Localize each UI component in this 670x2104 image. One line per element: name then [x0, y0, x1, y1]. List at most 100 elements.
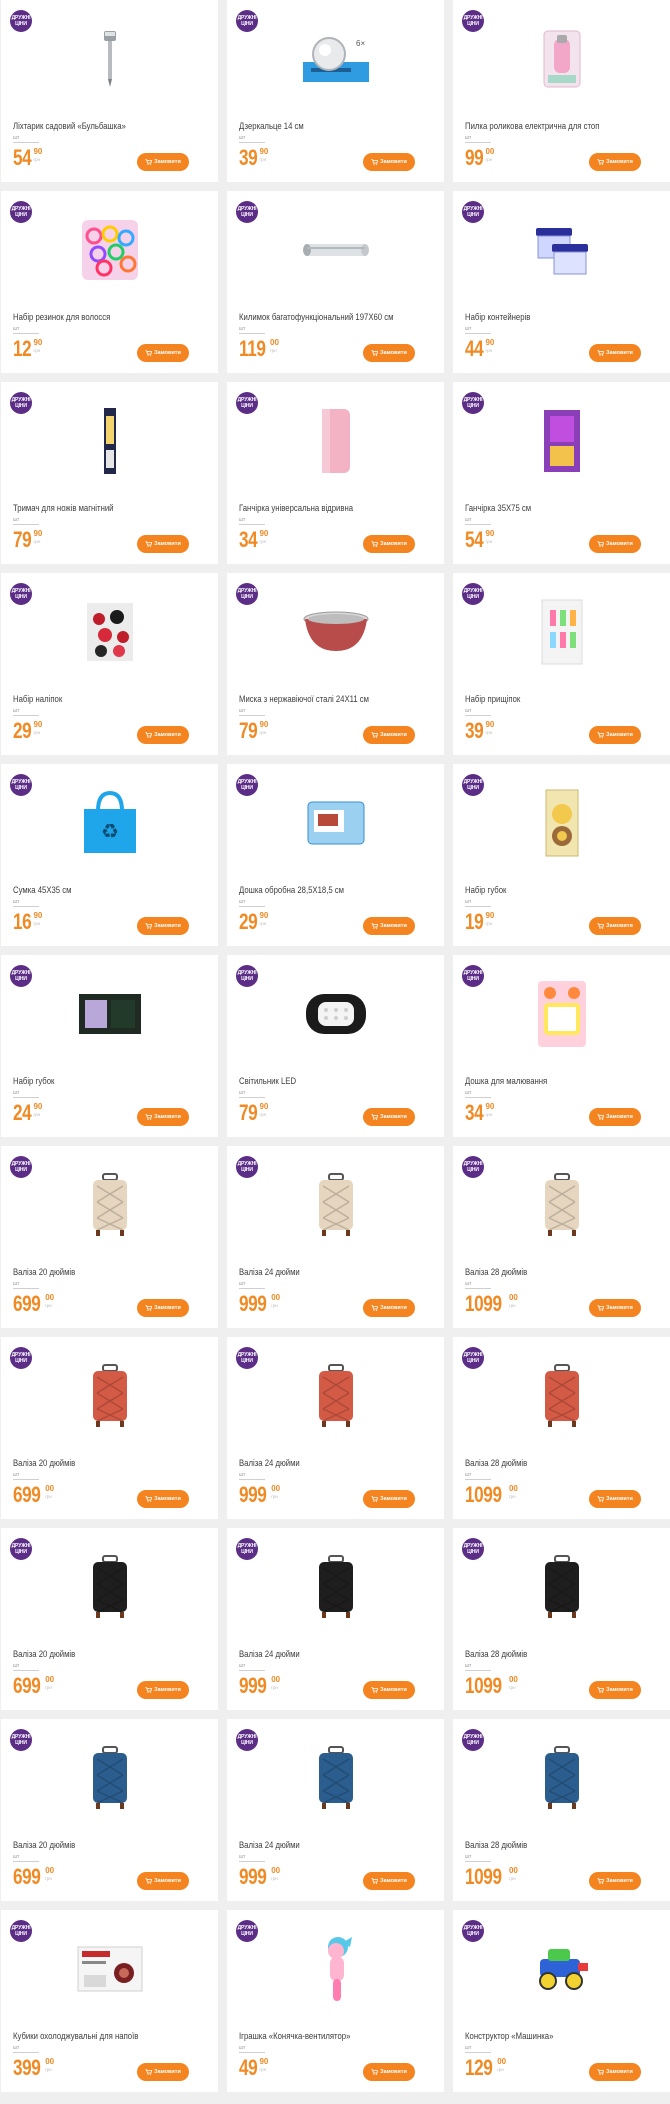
order-button[interactable]: Замовити: [363, 1681, 415, 1699]
product-card[interactable]: ДРУЖНІ ЦІНИ Валіза 24 дюйми шт 999 00 грн Замов…: [227, 1337, 444, 1519]
order-button[interactable]: Замовити: [589, 1490, 641, 1508]
order-button[interactable]: Замовити: [137, 1872, 189, 1890]
product-card[interactable]: ДРУЖНІ ЦІНИ ♻ Сумка 45Х35 см шт 16 90 грн Замови…: [1, 764, 218, 946]
suitcase-red-icon[interactable]: [453, 1353, 670, 1439]
product-title[interactable]: Набір контейнерів: [465, 312, 633, 322]
product-title[interactable]: Кубики охолоджувальні для напоїв: [13, 2031, 181, 2041]
order-button[interactable]: Замовити: [363, 344, 415, 362]
product-title[interactable]: Валіза 20 дюймів: [13, 1458, 181, 1468]
stickers-icon[interactable]: [1, 589, 218, 675]
product-card[interactable]: ДРУЖНІ ЦІНИ Світильник LED шт 79 90 грн Замовит…: [227, 955, 444, 1137]
order-button[interactable]: Замовити: [137, 344, 189, 362]
bowl-icon[interactable]: [227, 589, 444, 675]
order-button[interactable]: Замовити: [363, 2063, 415, 2081]
mirror-icon[interactable]: 6×: [227, 16, 444, 102]
suitcase-black-icon[interactable]: [227, 1544, 444, 1630]
suitcase-beige-icon[interactable]: [227, 1162, 444, 1248]
order-button[interactable]: Замовити: [589, 1681, 641, 1699]
product-title[interactable]: Конструктор «Машинка»: [465, 2031, 633, 2041]
order-button[interactable]: Замовити: [363, 153, 415, 171]
product-card[interactable]: ДРУЖНІ ЦІНИ Валіза 24 дюйми шт 999 00 грн Замов…: [227, 1719, 444, 1901]
product-card[interactable]: ДРУЖНІ ЦІНИ Валіза 20 дюймів шт 699 00 грн Замо…: [1, 1146, 218, 1328]
product-card[interactable]: ДРУЖНІ ЦІНИ Килимок багатофункціональний 1…: [227, 191, 444, 373]
product-title[interactable]: Пилка роликова електрична для стоп: [465, 121, 633, 131]
product-card[interactable]: ДРУЖНІ ЦІНИ Ганчірка 35Х75 см шт 54 90 грн Замо…: [453, 382, 670, 564]
order-button[interactable]: Замовити: [363, 1299, 415, 1317]
product-title[interactable]: Світильник LED: [239, 1076, 407, 1086]
product-card[interactable]: ДРУЖНІ ЦІНИ Валіза 28 дюймів шт 1099 00 грн Зам…: [453, 1337, 670, 1519]
order-button[interactable]: Замовити: [363, 1108, 415, 1126]
sponges-icon[interactable]: [453, 780, 670, 866]
sponge-pack-icon[interactable]: [1, 971, 218, 1057]
suitcase-beige-icon[interactable]: [1, 1162, 218, 1248]
product-card[interactable]: ДРУЖНІ ЦІНИ Ліхтарик садовий «Бульбашка» шт…: [1, 0, 218, 182]
product-title[interactable]: Набір губок: [465, 885, 633, 895]
cutting-board-icon[interactable]: [227, 780, 444, 866]
order-button[interactable]: Замовити: [137, 1490, 189, 1508]
product-title[interactable]: Набір резинок для волосся: [13, 312, 181, 322]
suitcase-blue-icon[interactable]: [1, 1735, 218, 1821]
suitcase-blue-icon[interactable]: [227, 1735, 444, 1821]
product-card[interactable]: ДРУЖНІ ЦІНИ Ганчірка універсальна відривна…: [227, 382, 444, 564]
order-button[interactable]: Замовити: [589, 344, 641, 362]
suitcase-blue-icon[interactable]: [453, 1735, 670, 1821]
garden-lamp-icon[interactable]: [1, 16, 218, 102]
product-card[interactable]: ДРУЖНІ ЦІНИ Набір наліпок шт 29 90 грн Замовити: [1, 573, 218, 755]
cloth-roll-icon[interactable]: [227, 398, 444, 484]
product-card[interactable]: ДРУЖНІ ЦІНИ 6× Дзеркальце 14 см шт 39 90 грн Зам…: [227, 0, 444, 182]
product-title[interactable]: Валіза 24 дюйми: [239, 1649, 407, 1659]
product-card[interactable]: ДРУЖНІ ЦІНИ Валіза 24 дюйми шт 999 00 грн Замов…: [227, 1528, 444, 1710]
product-card[interactable]: ДРУЖНІ ЦІНИ Валіза 24 дюйми шт 999 00 грн Замов…: [227, 1146, 444, 1328]
order-button[interactable]: Замовити: [137, 153, 189, 171]
product-title[interactable]: Набір наліпок: [13, 694, 181, 704]
order-button[interactable]: Замовити: [589, 1299, 641, 1317]
order-button[interactable]: Замовити: [363, 1872, 415, 1890]
product-title[interactable]: Ганчірка 35Х75 см: [465, 503, 633, 513]
order-button[interactable]: Замовити: [363, 726, 415, 744]
order-button[interactable]: Замовити: [137, 1108, 189, 1126]
product-title[interactable]: Набір губок: [13, 1076, 181, 1086]
product-card[interactable]: ДРУЖНІ ЦІНИ Валіза 20 дюймів шт 699 00 грн Замо…: [1, 1337, 218, 1519]
order-button[interactable]: Замовити: [137, 2063, 189, 2081]
ice-cubes-icon[interactable]: [1, 1926, 218, 2012]
cloth-icon[interactable]: [453, 398, 670, 484]
order-button[interactable]: Замовити: [589, 1872, 641, 1890]
order-button[interactable]: Замовити: [137, 1681, 189, 1699]
hair-ties-icon[interactable]: [1, 207, 218, 293]
product-card[interactable]: ДРУЖНІ ЦІНИ Іграшка «Конячка-вентилятор» шт…: [227, 1910, 444, 2092]
product-card[interactable]: ДРУЖНІ ЦІНИ Кубики охолоджувальні для напо…: [1, 1910, 218, 2092]
order-button[interactable]: Замовити: [589, 917, 641, 935]
knife-holder-icon[interactable]: [1, 398, 218, 484]
order-button[interactable]: Замовити: [589, 153, 641, 171]
product-card[interactable]: ДРУЖНІ ЦІНИ Валіза 28 дюймів шт 1099 00 грн Зам…: [453, 1146, 670, 1328]
suitcase-red-icon[interactable]: [227, 1353, 444, 1439]
product-title[interactable]: Валіза 20 дюймів: [13, 1840, 181, 1850]
led-lamp-icon[interactable]: [227, 971, 444, 1057]
product-card[interactable]: ДРУЖНІ ЦІНИ Дошка обробна 28,5Х18,5 см шт 29…: [227, 764, 444, 946]
product-title[interactable]: Дошка для малювання: [465, 1076, 633, 1086]
product-card[interactable]: ДРУЖНІ ЦІНИ Валіза 20 дюймів шт 699 00 грн Замо…: [1, 1719, 218, 1901]
order-button[interactable]: Замовити: [363, 917, 415, 935]
product-title[interactable]: Килимок багатофункціональний 197Х60 см: [239, 312, 407, 322]
product-title[interactable]: Дошка обробна 28,5Х18,5 см: [239, 885, 407, 895]
product-card[interactable]: ДРУЖНІ ЦІНИ Валіза 28 дюймів шт 1099 00 грн Зам…: [453, 1719, 670, 1901]
toy-car-constructor-icon[interactable]: [453, 1926, 670, 2012]
order-button[interactable]: Замовити: [137, 535, 189, 553]
product-card[interactable]: ДРУЖНІ ЦІНИ Набір резинок для волосся шт 12 9…: [1, 191, 218, 373]
product-card[interactable]: ДРУЖНІ ЦІНИ Дошка для малювання шт 34 90 грн За…: [453, 955, 670, 1137]
foot-file-icon[interactable]: [453, 16, 670, 102]
order-button[interactable]: Замовити: [589, 535, 641, 553]
order-button[interactable]: Замовити: [137, 917, 189, 935]
product-title[interactable]: Тримач для ножів магнітний: [13, 503, 181, 513]
product-title[interactable]: Валіза 24 дюйми: [239, 1840, 407, 1850]
product-title[interactable]: Дзеркальце 14 см: [239, 121, 407, 131]
product-card[interactable]: ДРУЖНІ ЦІНИ Миска з нержавіючої сталі 24Х1…: [227, 573, 444, 755]
suitcase-red-icon[interactable]: [1, 1353, 218, 1439]
order-button[interactable]: Замовити: [589, 2063, 641, 2081]
order-button[interactable]: Замовити: [589, 1108, 641, 1126]
suitcase-black-icon[interactable]: [1, 1544, 218, 1630]
product-title[interactable]: Ганчірка універсальна відривна: [239, 503, 407, 513]
suitcase-beige-icon[interactable]: [453, 1162, 670, 1248]
product-title[interactable]: Валіза 28 дюймів: [465, 1840, 633, 1850]
product-title[interactable]: Валіза 28 дюймів: [465, 1458, 633, 1468]
